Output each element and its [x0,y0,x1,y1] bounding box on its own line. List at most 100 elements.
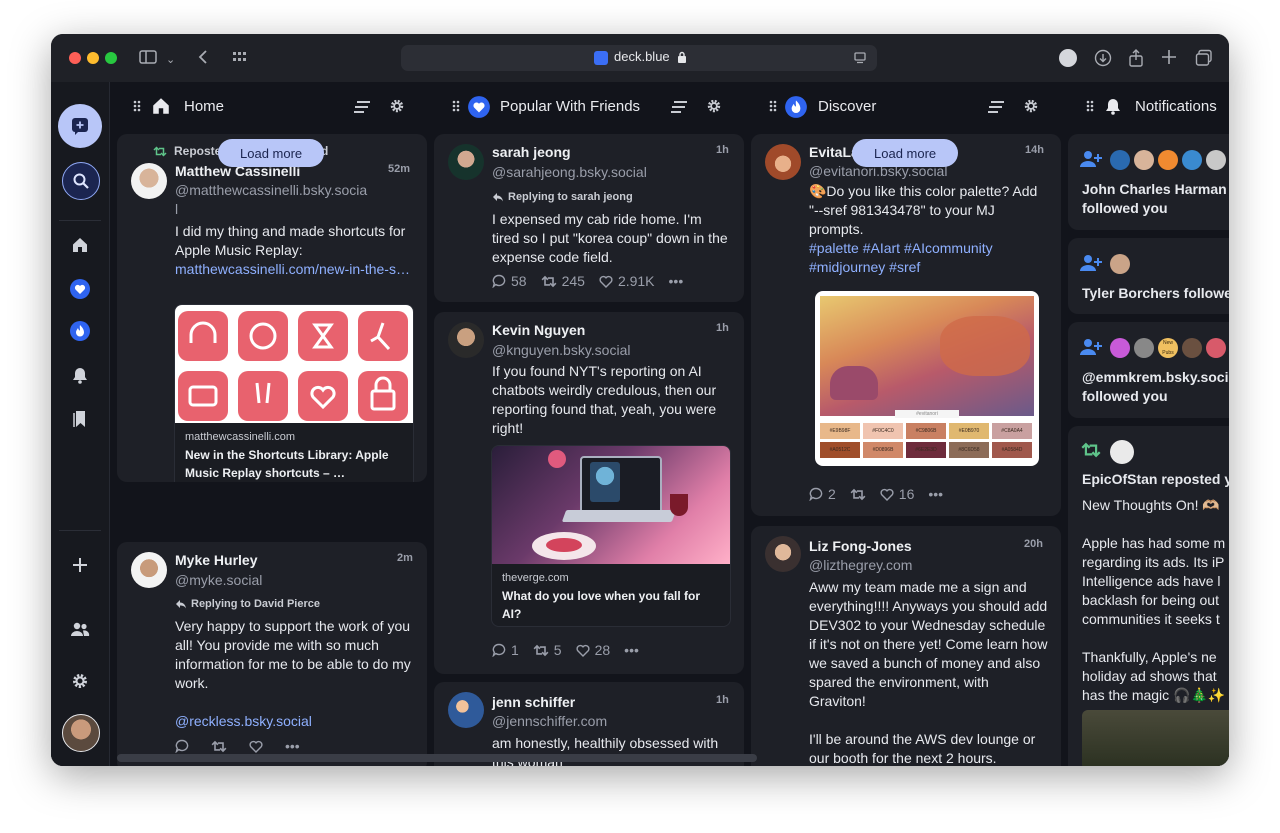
more-icon[interactable]: ••• [285,738,300,754]
drag-handle-icon[interactable] [452,100,460,112]
avatar[interactable] [1158,150,1178,170]
avatar[interactable] [1182,150,1202,170]
link-card[interactable]: matthewcassinelli.com New in the Shortcu… [174,304,414,482]
minimize-window-button[interactable] [87,52,99,64]
home-icon[interactable] [69,234,91,256]
avatar[interactable] [1110,254,1130,274]
avatar[interactable] [765,536,801,572]
author-handle[interactable]: @myke.social [175,572,262,588]
filter-icon[interactable] [987,100,1005,114]
people-icon[interactable] [69,618,91,640]
avatar[interactable] [131,552,167,588]
load-more-button[interactable]: Load more [852,139,959,167]
new-tab-icon[interactable] [1161,49,1177,65]
zoom-window-button[interactable] [105,52,117,64]
replying-to[interactable]: Replying to sarah jeong [508,191,633,203]
author-name[interactable]: Liz Fong-Jones [809,538,912,554]
drag-handle-icon[interactable] [1086,100,1094,112]
avatar[interactable] [62,714,100,752]
notification-item[interactable]: EpicOfStan reposted y New Thoughts On! 🫶… [1068,426,1229,766]
reply-button[interactable]: 1 [492,642,519,658]
tab-overview-icon[interactable] [231,49,249,65]
avatar[interactable] [448,692,484,728]
author-handle[interactable]: @knguyen.bsky.social [492,342,630,358]
more-options-button[interactable]: ••• [928,486,943,502]
author-handle[interactable]: @sarahjeong.bsky.social [492,164,647,180]
avatar[interactable] [1206,150,1226,170]
author-name[interactable]: Myke Hurley [175,552,257,568]
reply-button[interactable]: 2 [809,486,836,502]
avatar[interactable] [448,322,484,358]
horizontal-scrollbar[interactable] [117,754,1229,762]
author-name[interactable]: jenn schiffer [492,694,575,710]
scrollbar-thumb[interactable] [117,754,757,762]
avatar[interactable] [1206,338,1226,358]
notification-item[interactable]: Tyler Borchers followe [1068,238,1229,314]
bookmark-icon[interactable] [69,408,91,430]
settings-gear-icon[interactable] [706,98,722,114]
repost-button[interactable] [850,488,866,501]
post-hashtags[interactable]: #palette #AIart #AIcommunity #midjourney… [809,239,1049,277]
author-handle[interactable]: @jennschiffer.com [492,713,607,729]
repost-button[interactable]: 5 [533,642,562,658]
share-icon[interactable] [1128,49,1144,67]
mention-link[interactable]: @reckless.bsky.social [175,712,415,731]
avatar[interactable] [1110,338,1130,358]
close-window-button[interactable] [69,52,81,64]
search-button[interactable] [62,162,100,200]
tabs-icon[interactable] [1195,49,1213,67]
avatar[interactable] [1182,338,1202,358]
author-name[interactable]: Kevin Nguyen [492,322,585,338]
filter-icon[interactable] [670,100,688,114]
filter-icon[interactable] [353,100,371,114]
gear-icon[interactable] [69,670,91,692]
repost-button[interactable]: 245 [541,273,585,289]
author-handle[interactable]: @matthewcassinelli.bsky.socia [175,182,367,198]
like-button[interactable]: 16 [880,486,914,502]
post-card[interactable]: Kevin Nguyen 1h @knguyen.bsky.social If … [434,312,744,674]
bell-icon[interactable] [69,364,91,386]
settings-gear-icon[interactable] [1023,98,1039,114]
avatar[interactable] [448,144,484,180]
plus-icon[interactable] [69,554,91,576]
compose-button[interactable] [58,104,102,148]
repost-icon[interactable] [211,740,227,753]
back-icon[interactable] [197,49,209,65]
link-card[interactable]: theverge.com What do you love when you f… [491,445,731,627]
reply-button[interactable]: 58 [492,273,527,289]
author-name[interactable]: sarah jeong [492,144,571,160]
post-card[interactable]: Reposted by d Matthew Cassinelli 52m @ma… [117,134,427,482]
notification-item[interactable]: John Charles Harman followed you [1068,134,1229,230]
avatar[interactable] [1110,440,1134,464]
palette-image[interactable]: #evitanori #E9B98F #F0C4C0 #C9806B #E0B970 #… [815,291,1039,466]
like-icon[interactable] [249,740,263,753]
reader-icon[interactable] [853,51,867,65]
heart-icon[interactable] [69,278,91,300]
post-card[interactable]: Myke Hurley 2m @myke.social Replying to … [117,542,427,766]
drag-handle-icon[interactable] [769,100,777,112]
reply-icon[interactable] [175,739,189,753]
settings-gear-icon[interactable] [389,98,405,114]
download-icon[interactable] [1094,49,1112,67]
post-card[interactable]: Liz Fong-Jones 20h @lizthegrey.com Aww m… [751,526,1061,766]
like-button[interactable]: 28 [576,642,610,658]
more-options-button[interactable]: ••• [669,273,684,289]
notification-item[interactable]: New Pubs @emmkrem.bsky.soci followed you [1068,322,1229,418]
new-pubs-avatar[interactable]: New Pubs [1158,338,1178,358]
drag-handle-icon[interactable] [133,100,141,112]
avatar[interactable] [1110,150,1130,170]
load-more-button[interactable]: Load more [218,139,325,167]
like-button[interactable]: 2.91K [599,273,655,289]
sidebar-toggle-icon[interactable] [139,49,157,65]
author-handle[interactable]: @lizthegrey.com [809,557,912,573]
discover-icon[interactable] [69,320,91,342]
avatar[interactable] [765,144,801,180]
extension-icon[interactable] [1059,49,1077,67]
address-bar[interactable]: deck.blue [401,45,877,71]
post-link[interactable]: matthewcassinelli.com/new-in-the-s… [175,260,415,279]
post-card[interactable]: sarah jeong 1h @sarahjeong.bsky.social R… [434,134,744,302]
chevron-down-icon[interactable]: ⌄ [166,51,175,69]
avatar[interactable] [131,163,167,199]
avatar[interactable] [1134,338,1154,358]
avatar[interactable] [1134,150,1154,170]
